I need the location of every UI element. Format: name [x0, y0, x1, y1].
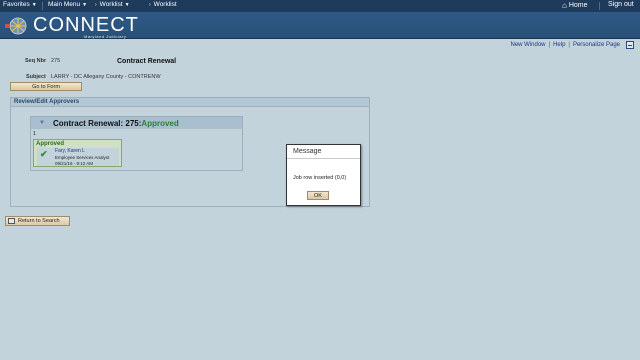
dialog-message: Job row inserted (0,0): [293, 175, 347, 181]
sign-out-link[interactable]: Sign out: [608, 1, 634, 8]
sign-out-label: Sign out: [608, 1, 634, 8]
subject-value: LARRY - DC Allegany County - CONTRENW: [51, 74, 161, 80]
grid-icon[interactable]: [626, 41, 634, 49]
nav-divider: [599, 2, 600, 10]
home-label: Home: [568, 2, 588, 9]
banner: CONNECT Maryland Judiciary: [0, 12, 640, 39]
caret-down-icon: ▼: [31, 1, 37, 8]
nav-divider: [42, 2, 43, 10]
workflow-header[interactable]: ▼ Contract Renewal: 275: Approved: [31, 117, 242, 129]
checkmark-icon: ✔: [40, 149, 48, 159]
breadcrumb-worklist-1[interactable]: › Worklist ▼: [95, 1, 130, 8]
favorites-label: Favorites: [3, 1, 30, 8]
dialog-title: Message: [287, 145, 360, 159]
seq-nbr-label: Seq Nbr: [25, 58, 47, 64]
main-menu[interactable]: Main Menu ▼: [48, 1, 87, 8]
help-link[interactable]: Help: [553, 42, 565, 48]
chevron-right-icon: ›: [149, 1, 151, 8]
top-nav-bar: Favorites ▼ Main Menu ▼ › Worklist ▼ › W…: [0, 0, 640, 12]
triangle-down-icon[interactable]: ▼: [39, 120, 45, 126]
return-to-search-button[interactable]: Return to Search: [5, 216, 70, 226]
step-number: 1: [33, 131, 36, 137]
favorites-menu[interactable]: Favorites ▼: [3, 1, 37, 8]
home-icon: ⌂: [562, 1, 567, 10]
workflow-title: Contract Renewal: 275:: [52, 118, 142, 128]
link-divider: |: [568, 42, 570, 48]
link-divider: |: [548, 42, 551, 48]
breadcrumb-worklist-2[interactable]: › Worklist: [149, 1, 177, 8]
chevron-right-icon: ›: [95, 1, 97, 8]
brand-subtitle: Maryland Judiciary: [84, 34, 127, 39]
home-link[interactable]: ⌂ Home: [562, 1, 588, 10]
page-title: Contract Renewal: [117, 58, 177, 65]
go-to-form-button[interactable]: Go to Form: [10, 82, 82, 91]
breadcrumb-label: Worklist: [153, 1, 177, 8]
personalize-page-link[interactable]: Personalize Page: [573, 42, 620, 48]
utility-links: New Window | Help | Personalize Page: [510, 41, 634, 49]
approver-status: Approved: [36, 141, 65, 147]
return-icon: [8, 218, 15, 224]
approver-name-link[interactable]: Fary, Karen L: [55, 148, 85, 154]
approver-date: 09/21/16 - 9:12 AM: [55, 161, 94, 166]
ok-button[interactable]: OK: [307, 191, 329, 200]
return-to-search-label: Return to Search: [18, 218, 60, 224]
breadcrumb-label: Worklist: [99, 1, 123, 8]
subject-label: Subject: [26, 74, 46, 80]
new-window-link[interactable]: New Window: [510, 42, 545, 48]
caret-down-icon: ▼: [82, 1, 88, 8]
caret-down-icon: ▼: [124, 1, 130, 8]
approver-role: Employee Services Analyst: [55, 155, 110, 160]
main-menu-label: Main Menu: [48, 1, 81, 8]
seq-nbr-value: 275: [51, 58, 61, 64]
connect-logo-icon: [5, 17, 27, 35]
section-header: Review/Edit Approvers: [11, 98, 369, 107]
workflow-status: Approved: [141, 118, 179, 128]
